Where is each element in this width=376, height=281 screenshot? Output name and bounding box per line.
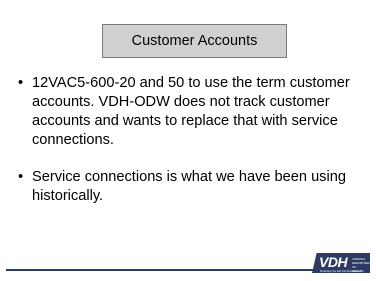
- logo-tagline: Protecting You and Your Environment: [320, 270, 362, 273]
- bullet-text: Service connections is what we have been…: [32, 169, 346, 204]
- bullet-item: • 12VAC5-600-20 and 50 to use the term c…: [18, 74, 366, 150]
- logo-mark: VDH: [319, 254, 348, 270]
- vdh-logo: VDH VIRGINIA DEPARTMENT OF HEALTH Protec…: [312, 253, 370, 273]
- slide-title: Customer Accounts: [102, 24, 287, 58]
- bullet-dot-icon: •: [18, 75, 24, 91]
- bullet-list: • 12VAC5-600-20 and 50 to use the term c…: [18, 74, 366, 206]
- bullet-item: • Service connections is what we have be…: [18, 168, 366, 206]
- bullet-text: 12VAC5-600-20 and 50 to use the term cus…: [32, 75, 350, 148]
- bullet-dot-icon: •: [18, 169, 24, 185]
- slide: Customer Accounts • 12VAC5-600-20 and 50…: [6, 4, 370, 278]
